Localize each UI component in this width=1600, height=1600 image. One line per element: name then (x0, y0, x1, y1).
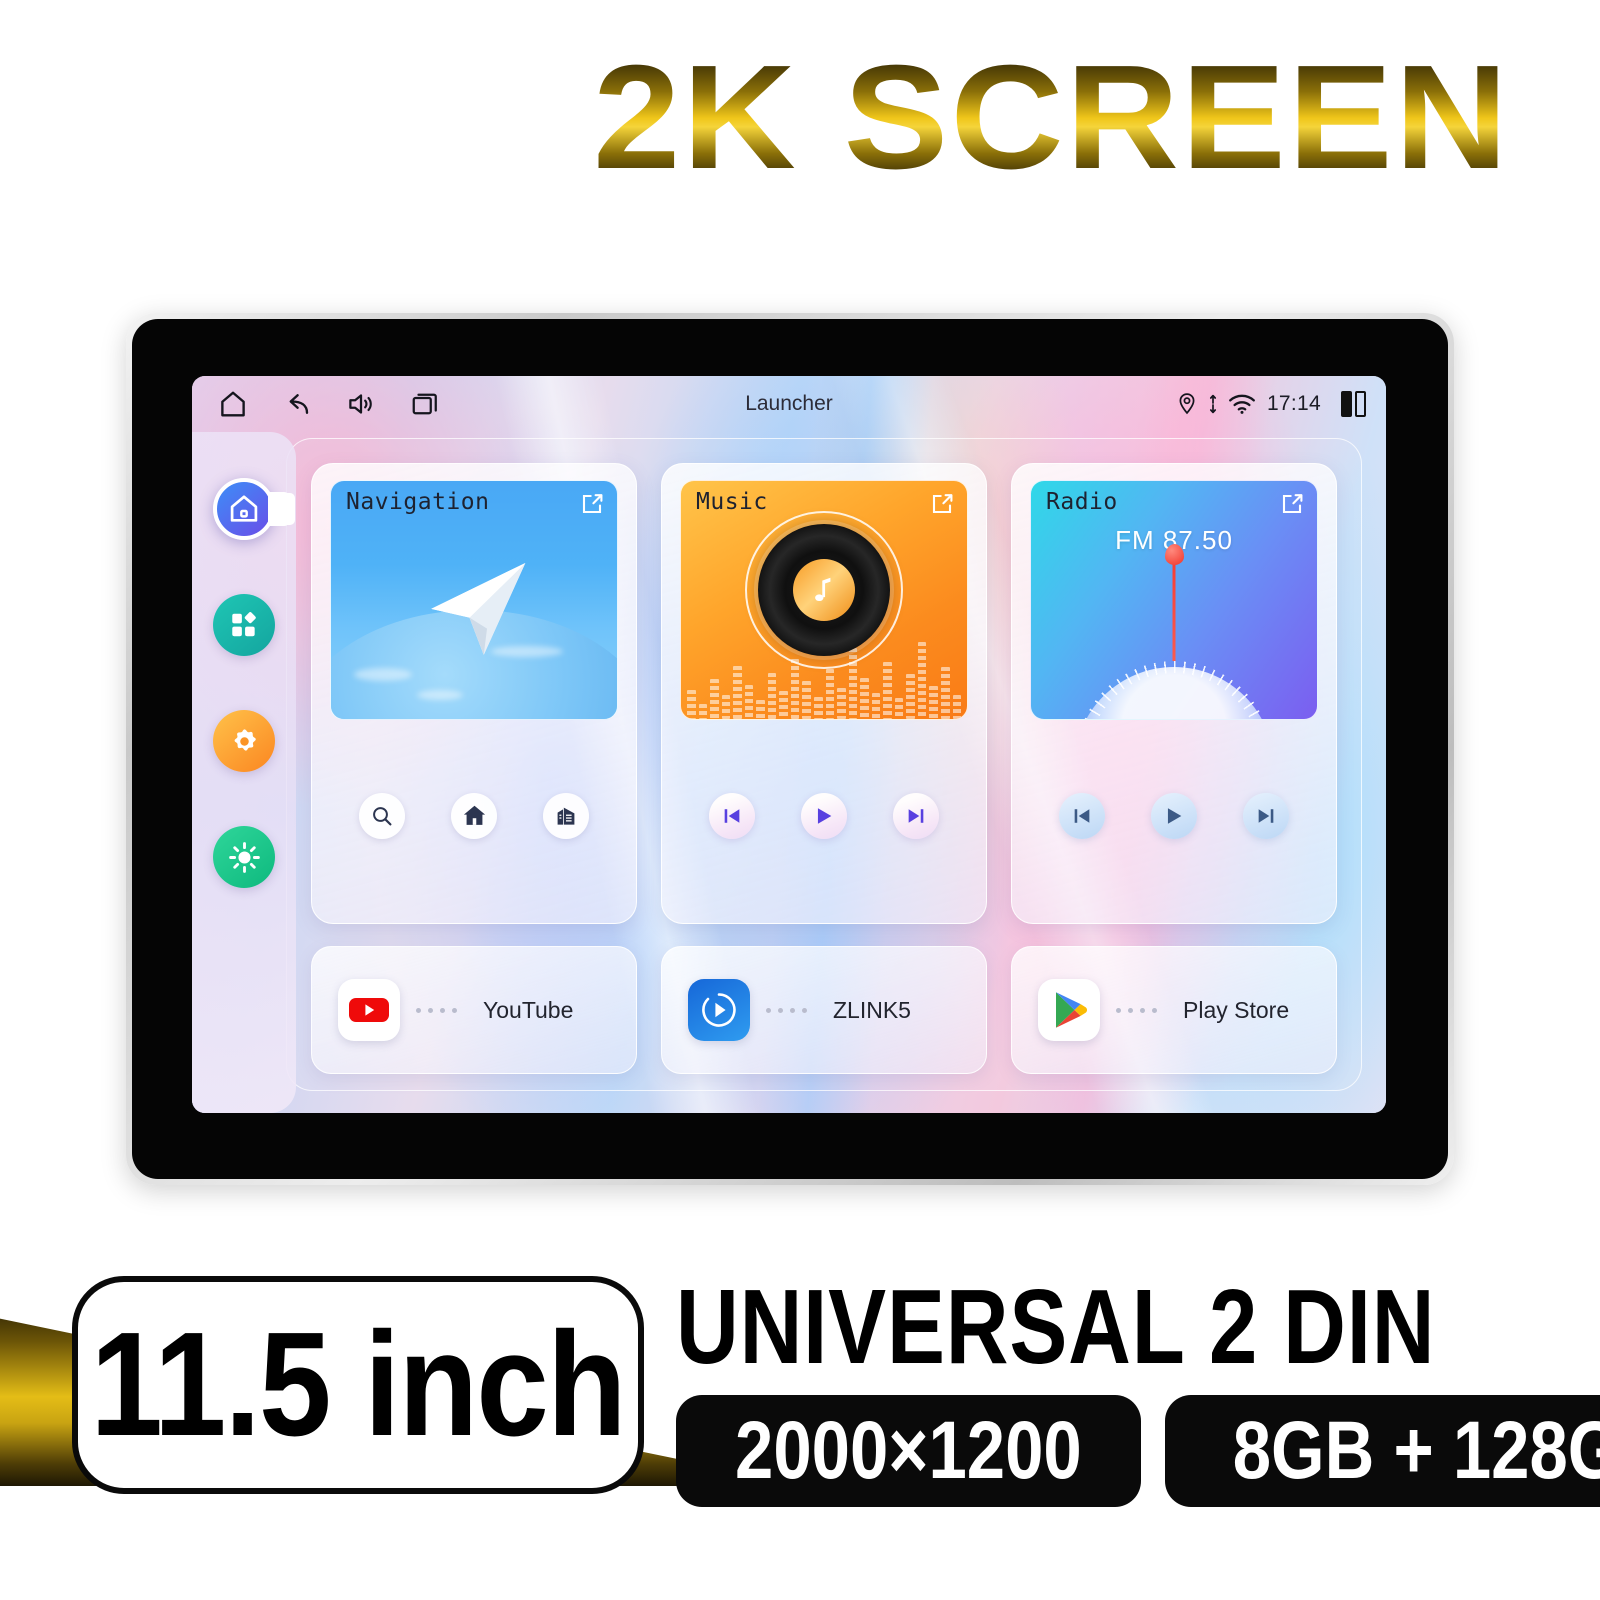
skip-back-icon (724, 808, 740, 823)
zlink-icon (688, 979, 750, 1041)
transfer-arrow-icon (1209, 394, 1216, 414)
sidebar-item-apps[interactable] (213, 594, 275, 656)
page-title: 2K SCREEN (592, 35, 1510, 200)
nav-home-button[interactable] (451, 792, 497, 839)
app-label: Play Store (1183, 996, 1290, 1023)
app-shortcut-row: YouTube ZLINK5 Play Store (311, 946, 1337, 1074)
location-icon (1179, 393, 1195, 415)
radio-controls (1030, 720, 1318, 911)
radio-previous-button[interactable] (1059, 792, 1105, 839)
spec-badge-row: 2000×1200 8GB + 128GB (676, 1395, 1600, 1508)
record-label (793, 559, 855, 622)
spec-block: UNIVERSAL 2 DIN 2000×1200 8GB + 128GB (676, 1268, 1600, 1508)
system-nav-buttons (218, 389, 440, 419)
resolution-badge: 2000×1200 (676, 1395, 1141, 1508)
skip-back-icon (1074, 808, 1090, 823)
apps-grid-icon (232, 612, 256, 637)
status-bar: Launcher 17:14 (192, 376, 1386, 432)
nav-office-button[interactable] (543, 792, 589, 839)
sun-icon (228, 841, 260, 873)
widget-title: Music (696, 489, 768, 515)
house-filled-icon (463, 805, 485, 825)
wifi-icon (1228, 394, 1255, 414)
music-play-button[interactable] (801, 792, 847, 839)
music-previous-button[interactable] (709, 792, 755, 839)
volume-icon[interactable] (346, 389, 376, 419)
music-controls (680, 720, 968, 911)
resolution-text: 2000×1200 (735, 1405, 1082, 1497)
sidebar-item-brightness[interactable] (213, 826, 275, 888)
memory-badge: 8GB + 128GB (1164, 1395, 1600, 1508)
connector-dots (416, 1007, 457, 1013)
widget-title: Navigation (346, 489, 490, 515)
navigation-controls (330, 720, 618, 911)
launcher-sidebar (192, 432, 296, 1113)
skip-forward-icon (908, 808, 924, 823)
app-shortcut-youtube[interactable]: YouTube (311, 946, 637, 1074)
device-bezel: Launcher 17:14 Navigation Music Radio FM… (132, 319, 1448, 1179)
play-icon (1167, 807, 1182, 824)
app-shortcut-play-store[interactable]: Play Store (1011, 946, 1337, 1074)
edit-square-icon[interactable] (1280, 492, 1304, 516)
music-next-button[interactable] (893, 792, 939, 839)
widget-title: Radio (1046, 489, 1118, 515)
navigation-preview: Navigation (330, 480, 618, 720)
music-note-icon (815, 578, 831, 602)
widget-navigation[interactable]: Navigation (311, 463, 637, 924)
status-indicators: 17:14 (1176, 391, 1366, 417)
nav-search-button[interactable] (359, 792, 405, 839)
play-store-glyph (1056, 992, 1088, 1028)
music-preview: Music (680, 480, 968, 720)
skip-forward-icon (1258, 808, 1274, 823)
split-screen-icon[interactable] (1341, 391, 1366, 417)
widget-radio[interactable]: Radio FM 87.50 (1011, 463, 1337, 924)
building-icon (557, 807, 575, 825)
recents-icon[interactable] (410, 389, 440, 419)
sidebar-item-settings[interactable] (213, 710, 275, 772)
universal-title: UNIVERSAL 2 DIN (676, 1268, 1436, 1386)
widget-music[interactable]: Music (661, 463, 987, 924)
launcher-desktop: Navigation Music Radio FM 87.50 YouTube … (286, 438, 1362, 1091)
memory-text: 8GB + 128GB (1232, 1405, 1600, 1497)
play-icon (817, 807, 832, 824)
tuner-ticks (1076, 661, 1272, 719)
sidebar-item-home[interactable] (213, 478, 275, 540)
clock: 17:14 (1266, 392, 1321, 415)
play-store-icon (1038, 979, 1100, 1041)
tuner-needle (1172, 557, 1176, 661)
back-icon[interactable] (282, 389, 312, 419)
paper-plane-icon (431, 563, 526, 656)
youtube-glyph (349, 998, 389, 1022)
product-banner: 2K SCREEN Launcher 17:14 Navigation Musi… (0, 0, 1600, 1600)
zlink-glyph (702, 993, 736, 1027)
screen-size-text: 11.5 inch (90, 1302, 627, 1467)
edit-square-icon[interactable] (580, 492, 604, 516)
app-label: YouTube (483, 996, 574, 1023)
youtube-icon (338, 979, 400, 1041)
app-label: ZLINK5 (833, 996, 911, 1023)
screen-size-badge: 11.5 inch (72, 1276, 644, 1494)
gear-icon (234, 728, 256, 751)
house-icon (230, 495, 258, 522)
radio-preview: Radio FM 87.50 (1030, 480, 1318, 720)
radio-play-button[interactable] (1151, 792, 1197, 839)
connector-dots (1116, 1007, 1157, 1013)
car-head-unit-device: Launcher 17:14 Navigation Music Radio FM… (126, 313, 1454, 1185)
radio-next-button[interactable] (1243, 792, 1289, 839)
widget-row: Navigation Music Radio FM 87.50 (311, 463, 1337, 924)
connector-dots (766, 1007, 807, 1013)
home-icon[interactable] (218, 389, 248, 419)
edit-square-icon[interactable] (930, 492, 954, 516)
vinyl-record-graphic (745, 511, 903, 670)
device-screen: Launcher 17:14 Navigation Music Radio FM… (192, 376, 1386, 1113)
app-shortcut-zlink5[interactable]: ZLINK5 (661, 946, 987, 1074)
magnifier-icon (373, 806, 392, 825)
